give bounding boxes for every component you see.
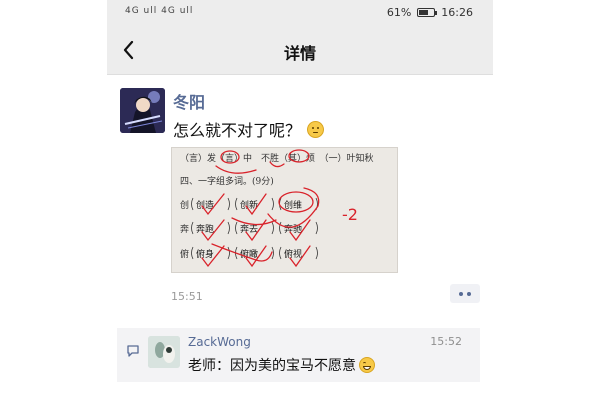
comment-section: ZackWong 15:52 老师：因为美的宝马不愿意 <box>117 328 480 382</box>
author-name[interactable]: 冬阳 <box>173 89 205 113</box>
post-text-content: 怎么就不对了呢？ <box>173 121 302 140</box>
comment-text[interactable]: 老师：因为美的宝马不愿意 <box>188 355 375 375</box>
photo-section-heading: 四、一字组多词。(9分) <box>180 175 274 187</box>
photo-answer-3-1: 俯身 <box>196 248 214 260</box>
more-dot-icon <box>459 291 463 296</box>
moment-post: 冬阳 怎么就不对了呢？ （言）发（言）中 不胜（其）烦 （一）叶知秋 四、一字组… <box>107 75 493 320</box>
status-time: 16:26 <box>441 6 473 19</box>
status-right: 61% 16:26 <box>387 6 473 19</box>
battery-icon <box>417 8 438 17</box>
comment-text-content: 老师：因为美的宝马不愿意 <box>188 358 356 374</box>
post-timestamp: 15:51 <box>171 290 203 303</box>
nav-bar: 详情 <box>107 26 493 75</box>
photo-answer-3-3: 俯视 <box>284 248 302 260</box>
photo-row-char-3: 俯 <box>180 248 189 260</box>
grinning-face-emoji-icon <box>359 357 375 373</box>
photo-row1-text: （言）发（言）中 不胜（其）烦 （一）叶知秋 <box>180 152 374 164</box>
status-bar: 4G ull 4G ull 61% 16:26 <box>107 0 493 26</box>
post-photo[interactable]: （言）发（言）中 不胜（其）烦 （一）叶知秋 四、一字组多词。(9分) 创 奔 … <box>171 147 398 273</box>
photo-answer-1-3: 创维 <box>284 199 302 211</box>
author-avatar[interactable] <box>120 88 165 133</box>
post-text: 怎么就不对了呢？ <box>173 117 325 141</box>
page-title: 详情 <box>283 44 316 63</box>
commenter-avatar-illustration <box>148 336 180 368</box>
more-actions-button[interactable] <box>450 284 480 303</box>
photo-answer-2-1: 奔跑 <box>196 223 214 235</box>
score-mark: -2 <box>342 205 358 224</box>
commenter-name[interactable]: ZackWong <box>188 335 251 349</box>
photo-row-char-1: 创 <box>180 199 189 211</box>
signal-indicator: 4G ull 4G ull <box>125 6 194 16</box>
comment-timestamp: 15:52 <box>430 335 462 348</box>
commenter-avatar[interactable] <box>148 336 180 368</box>
avatar-illustration <box>120 88 165 133</box>
comment-icon <box>127 345 139 357</box>
photo-row-char-2: 奔 <box>180 223 189 235</box>
phone-screen: 4G ull 4G ull 61% 16:26 详情 冬阳 怎么就不对了呢？ （… <box>107 0 493 400</box>
awkward-face-emoji-icon <box>307 120 325 138</box>
battery-percent: 61% <box>386 6 412 19</box>
homework-photo: （言）发（言）中 不胜（其）烦 （一）叶知秋 四、一字组多词。(9分) 创 奔 … <box>172 148 397 272</box>
battery-fill <box>419 10 429 15</box>
more-dot-icon <box>467 291 471 296</box>
